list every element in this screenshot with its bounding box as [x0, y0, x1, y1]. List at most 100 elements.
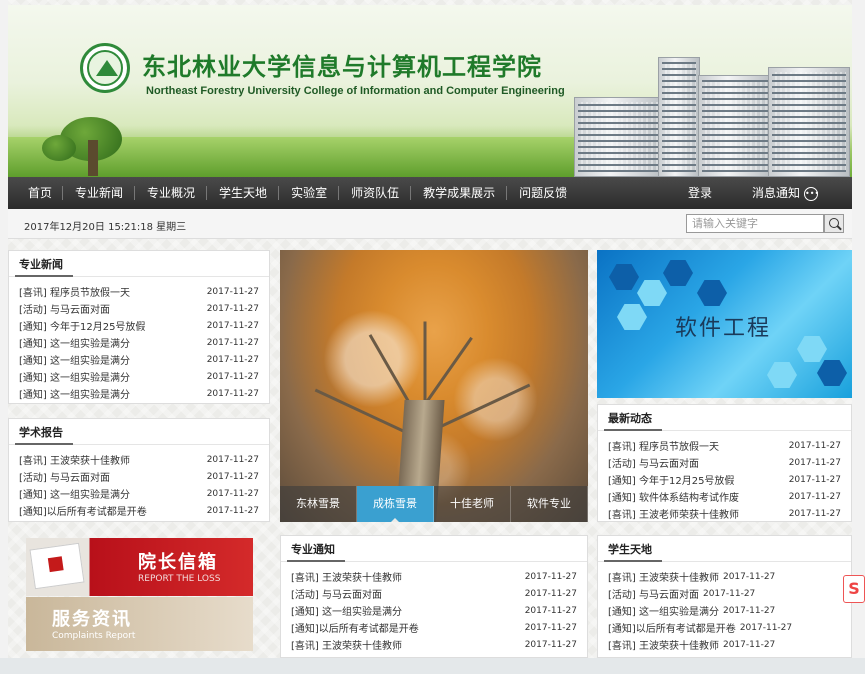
list-item-title[interactable]: [喜讯] 王波老师荣获十佳教师 [608, 506, 739, 521]
chat-bubble-icon: ••• [804, 186, 819, 201]
list-item-title[interactable]: [喜讯] 王波荣获十佳教师 [291, 637, 402, 652]
list-item[interactable]: [喜讯] 王波荣获十佳教师 2017-11-27 [281, 636, 587, 653]
messages-link[interactable]: 消息通知 ••• [752, 177, 819, 209]
list-item-date: 2017-11-27 [788, 457, 841, 468]
list-item-date: 2017-11-27 [206, 286, 259, 297]
list-item[interactable]: [通知]以后所有考试都是开卷 2017-11-27 [598, 619, 851, 636]
panel-title: 学术报告 [9, 419, 269, 445]
list-item-title[interactable]: [通知] 这一组实验是满分 [19, 335, 130, 350]
main-nav: 首页 专业新闻 专业概况 学生天地 实验室 师资队伍 教学成果展示 问题反馈 登… [8, 177, 852, 209]
list-item[interactable]: [喜讯] 程序员节放假一天 2017-11-27 [9, 283, 269, 300]
list-item[interactable]: [通知] 这一组实验是满分 2017-11-27 [9, 334, 269, 351]
major-news-panel: 专业新闻 [喜讯] 程序员节放假一天 2017-11-27 [活动] 与马云面对面 2… [8, 250, 270, 404]
slider-tab-top-teachers[interactable]: 十佳老师 [434, 486, 511, 522]
list-item-title[interactable]: [通知] 软件体系结构考试作废 [608, 489, 739, 504]
list-item[interactable]: [通知] 这一组实验是满分 2017-11-27 [598, 602, 851, 619]
login-link[interactable]: 登录 [688, 177, 712, 209]
nav-faculty[interactable]: 师资队伍 [339, 177, 412, 209]
service-subtitle: Complaints Report [52, 631, 136, 641]
list-item[interactable]: [喜讯] 王波荣获十佳教师 2017-11-27 [281, 568, 587, 585]
list-item[interactable]: [通知] 这一组实验是满分 2017-11-27 [9, 385, 269, 402]
list-item-date: 2017-11-27 [722, 571, 776, 582]
nav-student-world[interactable]: 学生天地 [207, 177, 280, 209]
list-item-title[interactable]: [喜讯] 王波荣获十佳教师 [291, 569, 402, 584]
list-item[interactable]: [通知]以后所有考试都是开卷 2017-11-27 [281, 619, 587, 636]
list-item-date: 2017-11-27 [206, 454, 259, 465]
current-datetime: 2017年12月20日 15:21:18 星期三 [24, 222, 187, 233]
list-item-date: 2017-11-27 [722, 639, 776, 650]
search-input[interactable]: 请输入关键字 [686, 214, 824, 233]
photo-slider[interactable]: 东林雪景 成栋雪景 十佳老师 软件专业 [280, 250, 588, 522]
nav-teaching-results[interactable]: 教学成果展示 [411, 177, 508, 209]
list-item-title[interactable]: [喜讯] 王波荣获十佳教师 [608, 569, 719, 584]
list-item-date: 2017-11-27 [722, 605, 776, 616]
slider-tab-software-major[interactable]: 软件专业 [511, 486, 588, 522]
list-item[interactable]: [活动] 与马云面对面 2017-11-27 [598, 454, 851, 471]
bottom-strip [0, 658, 865, 674]
nav-major-overview[interactable]: 专业概况 [135, 177, 208, 209]
search-icon[interactable] [824, 214, 844, 233]
list-item-title[interactable]: [通知] 这一组实验是满分 [19, 352, 130, 367]
list-item-title[interactable]: [通知] 这一组实验是满分 [19, 369, 130, 384]
tree-decoration-small [42, 135, 76, 161]
date-search-bar: 2017年12月20日 15:21:18 星期三 请输入关键字 [8, 209, 852, 239]
list-item-title[interactable]: [通知] 这一组实验是满分 [19, 386, 130, 401]
building-tower-image [658, 57, 700, 177]
list-item-title[interactable]: [活动] 与马云面对面 [291, 586, 382, 601]
latest-list: [喜讯] 程序员节放假一天 2017-11-27 [活动] 与马云面对面 2017-1… [598, 431, 851, 522]
list-item[interactable]: [活动] 与马云面对面2017-11-27 [598, 585, 851, 602]
list-item-title[interactable]: [通知]以后所有考试都是开卷 [19, 503, 147, 518]
list-item-date: 2017-11-27 [788, 508, 841, 519]
list-item-title[interactable]: [通知]以后所有考试都是开卷 [291, 620, 419, 635]
list-item-date: 2017-11-27 [788, 491, 841, 502]
list-item[interactable]: [通知] 今年于12月25号放假 2017-11-27 [598, 471, 851, 488]
nav-lab[interactable]: 实验室 [279, 177, 340, 209]
list-item[interactable]: [通知] 这一组实验是满分 2017-11-27 [281, 602, 587, 619]
list-item-date: 2017-11-27 [206, 471, 259, 482]
list-item-title[interactable]: [通知]以后所有考试都是开卷 [608, 620, 736, 635]
list-item-title[interactable]: [通知] 这一组实验是满分 [291, 603, 402, 618]
nav-major-news[interactable]: 专业新闻 [63, 177, 136, 209]
list-item[interactable]: [活动] 与马云面对面 2017-11-27 [9, 468, 269, 485]
list-item-title[interactable]: [活动] 与马云面对面 [608, 586, 699, 601]
list-item-title[interactable]: [活动] 与马云面对面 [19, 469, 110, 484]
nav-feedback[interactable]: 问题反馈 [507, 177, 579, 209]
list-item-title[interactable]: [通知] 今年于12月25号放假 [608, 472, 734, 487]
list-item[interactable]: [喜讯] 王波荣获十佳教师 2017-11-27 [598, 568, 851, 585]
slider-tab-chengdong-snow[interactable]: 成栋雪景 [357, 486, 434, 522]
header-banner: 东北林业大学信息与计算机工程学院 Northeast Forestry Univ… [8, 5, 852, 177]
university-logo-icon[interactable] [80, 43, 130, 93]
list-item-title[interactable]: [通知] 这一组实验是满分 [19, 486, 130, 501]
list-item-date: 2017-11-27 [524, 605, 577, 616]
list-item[interactable]: [喜讯] 王波荣获十佳教师 2017-11-27 [598, 636, 851, 653]
panel-title: 专业新闻 [9, 251, 269, 277]
list-item[interactable]: [通知] 今年于12月25号放假 2017-11-27 [9, 317, 269, 334]
list-item-title[interactable]: [喜讯] 王波荣获十佳教师 [608, 637, 719, 652]
slider-tab-donglin-snow[interactable]: 东林雪景 [280, 486, 357, 522]
tree-trunk [88, 140, 98, 176]
list-item-title[interactable]: [喜讯] 程序员节放假一天 [19, 284, 130, 299]
list-item-title[interactable]: [活动] 与马云面对面 [608, 455, 699, 470]
list-item[interactable]: [通知]以后所有考试都是开卷 2017-11-27 [9, 502, 269, 519]
list-item-title[interactable]: [喜讯] 王波荣获十佳教师 [19, 452, 130, 467]
list-item-date: 2017-11-27 [524, 588, 577, 599]
list-item[interactable]: [通知] 这一组实验是满分 2017-11-27 [9, 351, 269, 368]
list-item-title[interactable]: [通知] 这一组实验是满分 [608, 603, 719, 618]
list-item[interactable]: [通知] 这一组实验是满分 2017-11-27 [9, 485, 269, 502]
building-east-image [768, 67, 850, 177]
software-engineering-banner[interactable]: 软件工程 [597, 250, 852, 398]
list-item[interactable]: [通知] 这一组实验是满分 2017-11-27 [9, 368, 269, 385]
list-item[interactable]: [活动] 与马云面对面 2017-11-27 [281, 585, 587, 602]
dean-mailbox-banner[interactable]: 院长信箱 REPORT THE LOSS [26, 538, 253, 596]
service-info-banner[interactable]: 服务资讯 Complaints Report [26, 597, 253, 651]
list-item-title[interactable]: [活动] 与马云面对面 [19, 301, 110, 316]
nav-home[interactable]: 首页 [8, 177, 64, 209]
list-item[interactable]: [喜讯] 王波荣获十佳教师 2017-11-27 [9, 451, 269, 468]
list-item[interactable]: [通知] 软件体系结构考试作废 2017-11-27 [598, 488, 851, 505]
list-item[interactable]: [喜讯] 程序员节放假一天 2017-11-27 [598, 437, 851, 454]
list-item[interactable]: [活动] 与马云面对面2017-11-27 [9, 300, 269, 317]
sogou-input-icon[interactable]: S [843, 575, 865, 603]
list-item[interactable]: [喜讯] 王波老师荣获十佳教师 2017-11-27 [598, 505, 851, 522]
list-item-title[interactable]: [通知] 今年于12月25号放假 [19, 318, 145, 333]
list-item-title[interactable]: [喜讯] 程序员节放假一天 [608, 438, 719, 453]
